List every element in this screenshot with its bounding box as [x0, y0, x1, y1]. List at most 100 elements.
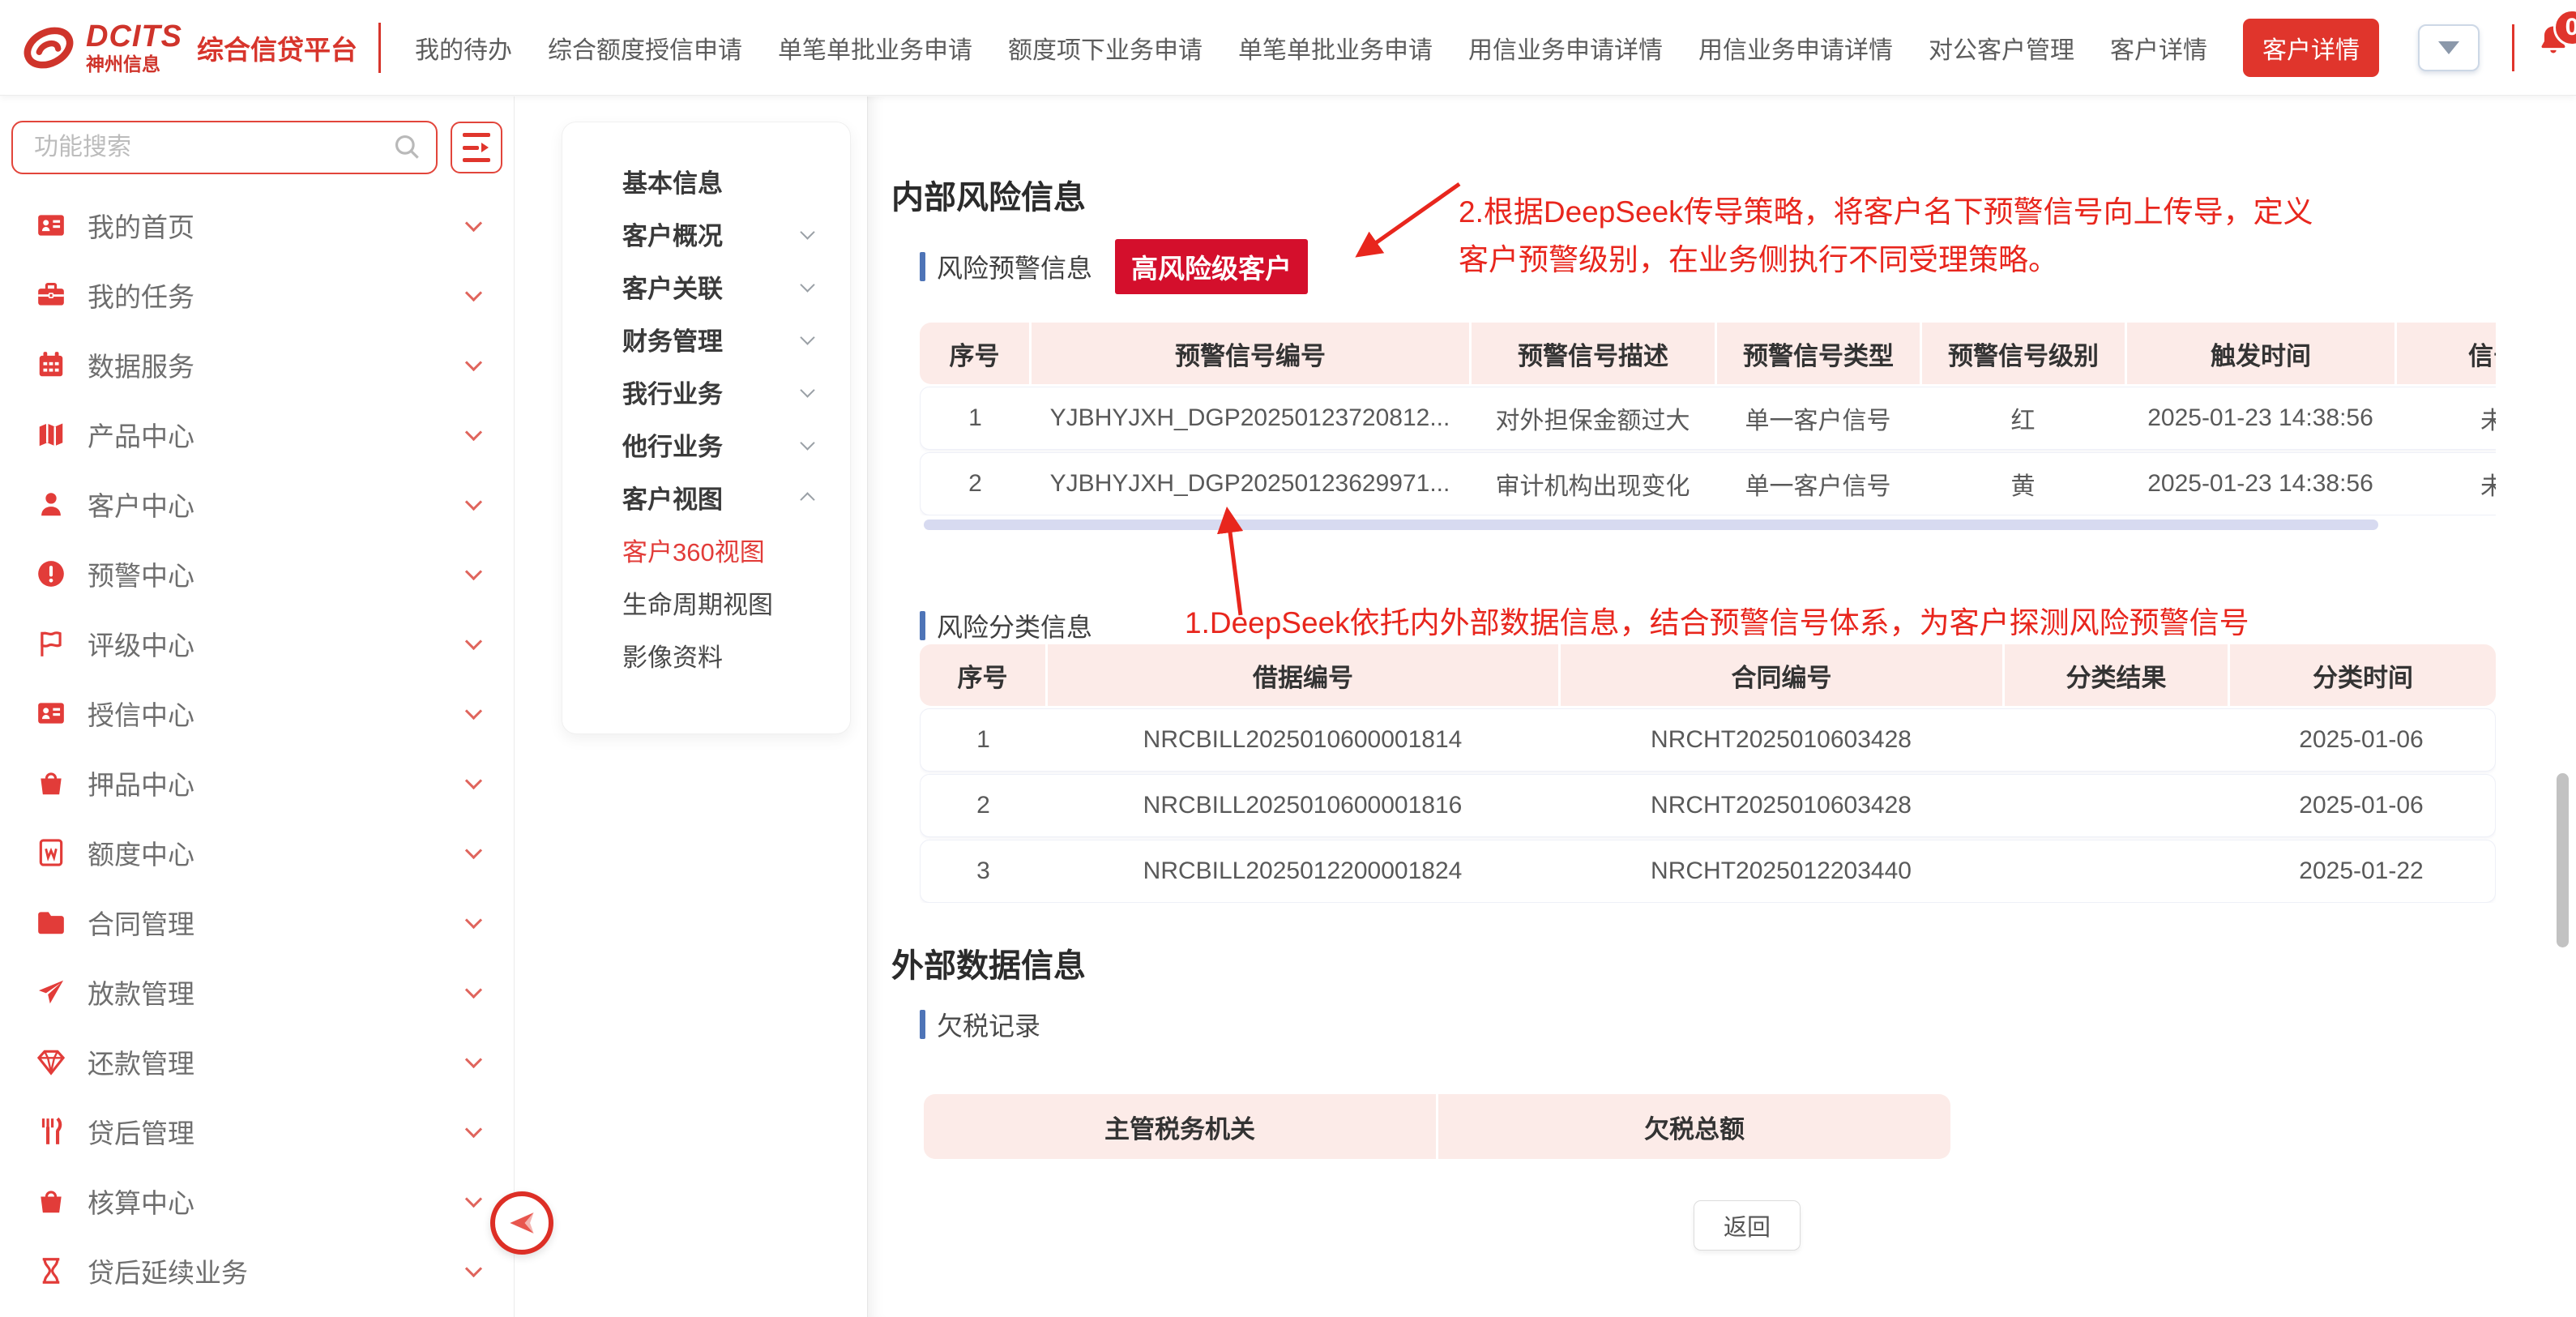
tab-customer-detail[interactable]: 客户详情 — [2110, 30, 2207, 66]
col-header: 合同编号 — [1561, 644, 2002, 706]
cell-bill-no: NRCBILL2025010600001816 — [1046, 792, 1559, 819]
table-row[interactable]: 3 NRCBILL2025012200001824 NRCHT202501220… — [920, 840, 2496, 903]
submenu-customer-relation[interactable]: 客户关联 — [622, 260, 850, 313]
chevron-down-icon — [465, 284, 482, 301]
submenu-our-bank-business[interactable]: 我行业务 — [622, 366, 850, 418]
sidebar-item-product-center[interactable]: 产品中心 — [0, 400, 514, 469]
sidebar-item-accounting-center[interactable]: 核算中心 — [0, 1166, 514, 1236]
col-header: 欠税总额 — [1438, 1094, 1950, 1159]
submenu-customer-view[interactable]: 客户视图 — [622, 471, 850, 524]
sidebar-item-post-loan-continuation[interactable]: 贷后延续业务 — [0, 1236, 514, 1306]
tab-single-batch-business-application-2[interactable]: 单笔单批业务申请 — [1238, 30, 1433, 66]
document-w-icon — [36, 837, 66, 868]
chevron-down-icon — [465, 1190, 482, 1207]
annotation-note1: 1.DeepSeek依托内外部数据信息，结合预警信号体系，为客户探测风险预警信号 — [1185, 599, 2249, 647]
submenu-customer-overview[interactable]: 客户概况 — [622, 207, 850, 260]
risk-class-label: 风险分类信息 — [937, 607, 1092, 644]
sidebar-item-repayment-mgmt[interactable]: 还款管理 — [0, 1027, 514, 1097]
cell-signal-type: 单一客户信号 — [1715, 400, 1920, 436]
map-icon — [36, 419, 66, 450]
tax-record-label: 欠税记录 — [937, 1006, 1040, 1043]
internal-risk-title: 内部风险信息 — [891, 171, 1086, 218]
cell-bill-no: NRCBILL2025012200001824 — [1046, 857, 1559, 885]
tab-quota-business-application[interactable]: 额度项下业务申请 — [1008, 30, 1203, 66]
submenu-label-active: 客户360视图 — [622, 532, 765, 568]
idcard-icon — [36, 698, 66, 729]
cell-signal-no: YJBHYJXH_DGP20250123629971... — [1030, 470, 1470, 498]
submenu-other-bank-business[interactable]: 他行业务 — [622, 418, 850, 471]
menu-bar-icon — [463, 133, 490, 137]
submenu-label: 客户视图 — [622, 479, 723, 515]
tab-credit-use-detail-1[interactable]: 用信业务申请详情 — [1468, 30, 1663, 66]
risk-class-section-header: 风险分类信息 — [920, 607, 1092, 644]
chevron-down-icon — [465, 562, 482, 579]
risk-warning-label: 风险预警信息 — [937, 248, 1092, 285]
vertical-scrollbar[interactable] — [2557, 773, 2569, 947]
cell-contract-no: NRCHT2025010603428 — [1559, 792, 2003, 819]
submenu-finance-mgmt[interactable]: 财务管理 — [622, 313, 850, 366]
sidebar-item-label: 我的首页 — [88, 206, 194, 245]
sidebar-item-collateral-center[interactable]: 押品中心 — [0, 748, 514, 818]
sidebar-item-label: 产品中心 — [88, 415, 194, 454]
chevron-down-icon — [465, 423, 482, 440]
sidebar-item-quota-center[interactable]: 额度中心 — [0, 818, 514, 887]
tab-customer-detail-active[interactable]: 客户详情 — [2243, 19, 2379, 77]
sidebar-item-my-tasks[interactable]: 我的任务 — [0, 260, 514, 330]
sidebar-item-label: 押品中心 — [88, 763, 194, 802]
back-button[interactable]: 返回 — [1694, 1200, 1801, 1251]
sidebar-item-credit-center[interactable]: 授信中心 — [0, 678, 514, 748]
customer-submenu-card: 基本信息 客户概况 客户关联 财务管理 我行业务 他行业务 客户视图 客户360… — [562, 122, 851, 734]
cell-seq: 2 — [921, 470, 1030, 498]
sidebar-item-my-home[interactable]: 我的首页 — [0, 190, 514, 260]
sidebar-item-contract-mgmt[interactable]: 合同管理 — [0, 887, 514, 957]
submenu-customer-360-view[interactable]: 客户360视图 — [622, 524, 850, 576]
submenu-lifecycle-view[interactable]: 生命周期视图 — [622, 576, 850, 629]
left-sidebar: 我的首页 我的任务 数据服务 产品中心 客户中心 — [0, 96, 515, 1317]
utensils-icon — [36, 1116, 66, 1147]
table-row[interactable]: 2 YJBHYJXH_DGP20250123629971... 审计机构出现变化… — [920, 452, 2496, 515]
user-icon — [36, 489, 66, 520]
menu-arrow-icon — [481, 143, 489, 152]
tabs-dropdown-button[interactable] — [2418, 24, 2480, 71]
section-bar — [920, 1010, 925, 1039]
sidebar-item-rating-center[interactable]: 评级中心 — [0, 609, 514, 678]
submenu-basic-info[interactable]: 基本信息 — [622, 155, 850, 207]
sidebar-item-label: 评级中心 — [88, 624, 194, 663]
notifications-button[interactable]: 0 — [2535, 22, 2576, 74]
tab-comprehensive-credit-application[interactable]: 综合额度授信申请 — [548, 30, 742, 66]
sidebar-item-customer-center[interactable]: 客户中心 — [0, 469, 514, 539]
platform-title: 综合信贷平台 — [197, 28, 357, 67]
table-row[interactable]: 1 NRCBILL2025010600001814 NRCHT202501060… — [920, 708, 2496, 772]
tab-corporate-customer-mgmt[interactable]: 对公客户管理 — [1929, 30, 2074, 66]
table-row[interactable]: 2 NRCBILL2025010600001816 NRCHT202501060… — [920, 774, 2496, 837]
sidebar-collapse-float-button[interactable] — [490, 1191, 553, 1255]
function-search-input[interactable] — [11, 121, 438, 174]
sidebar-item-label: 核算中心 — [88, 1182, 194, 1221]
cell-seq: 1 — [921, 726, 1046, 754]
submenu-image-materials[interactable]: 影像资料 — [622, 629, 850, 682]
sidebar-item-post-loan-mgmt[interactable]: 贷后管理 — [0, 1097, 514, 1166]
sidebar-item-disbursement-mgmt[interactable]: 放款管理 — [0, 957, 514, 1027]
sidebar-item-label: 合同管理 — [88, 903, 194, 942]
paper-plane-icon — [36, 977, 66, 1007]
horizontal-scrollbar[interactable] — [924, 520, 2378, 530]
sidebar-item-data-services[interactable]: 数据服务 — [0, 330, 514, 400]
chevron-down-icon — [465, 1120, 482, 1137]
sidebar-item-warning-center[interactable]: 预警中心 — [0, 539, 514, 609]
tab-credit-use-detail-2[interactable]: 用信业务申请详情 — [1698, 30, 1893, 66]
table-row[interactable]: 1 YJBHYJXH_DGP20250123720812... 对外担保金额过大… — [920, 387, 2496, 450]
chevron-down-icon — [800, 383, 814, 397]
chevron-down-icon — [465, 493, 482, 510]
alert-circle-icon — [36, 558, 66, 589]
external-data-title: 外部数据信息 — [891, 939, 1086, 986]
cell-signal-status: 未解除 — [2395, 400, 2496, 436]
submenu-label: 我行业务 — [622, 374, 723, 410]
calendar-icon — [36, 349, 66, 380]
submenu-label: 生命周期视图 — [622, 584, 773, 621]
cell-seq: 2 — [921, 792, 1046, 819]
chevron-down-icon — [800, 330, 814, 344]
shopping-bag-icon — [36, 768, 66, 798]
tab-my-todo[interactable]: 我的待办 — [415, 30, 512, 66]
menu-collapse-button[interactable] — [451, 122, 502, 173]
tab-single-batch-business-application-1[interactable]: 单笔单批业务申请 — [778, 30, 972, 66]
